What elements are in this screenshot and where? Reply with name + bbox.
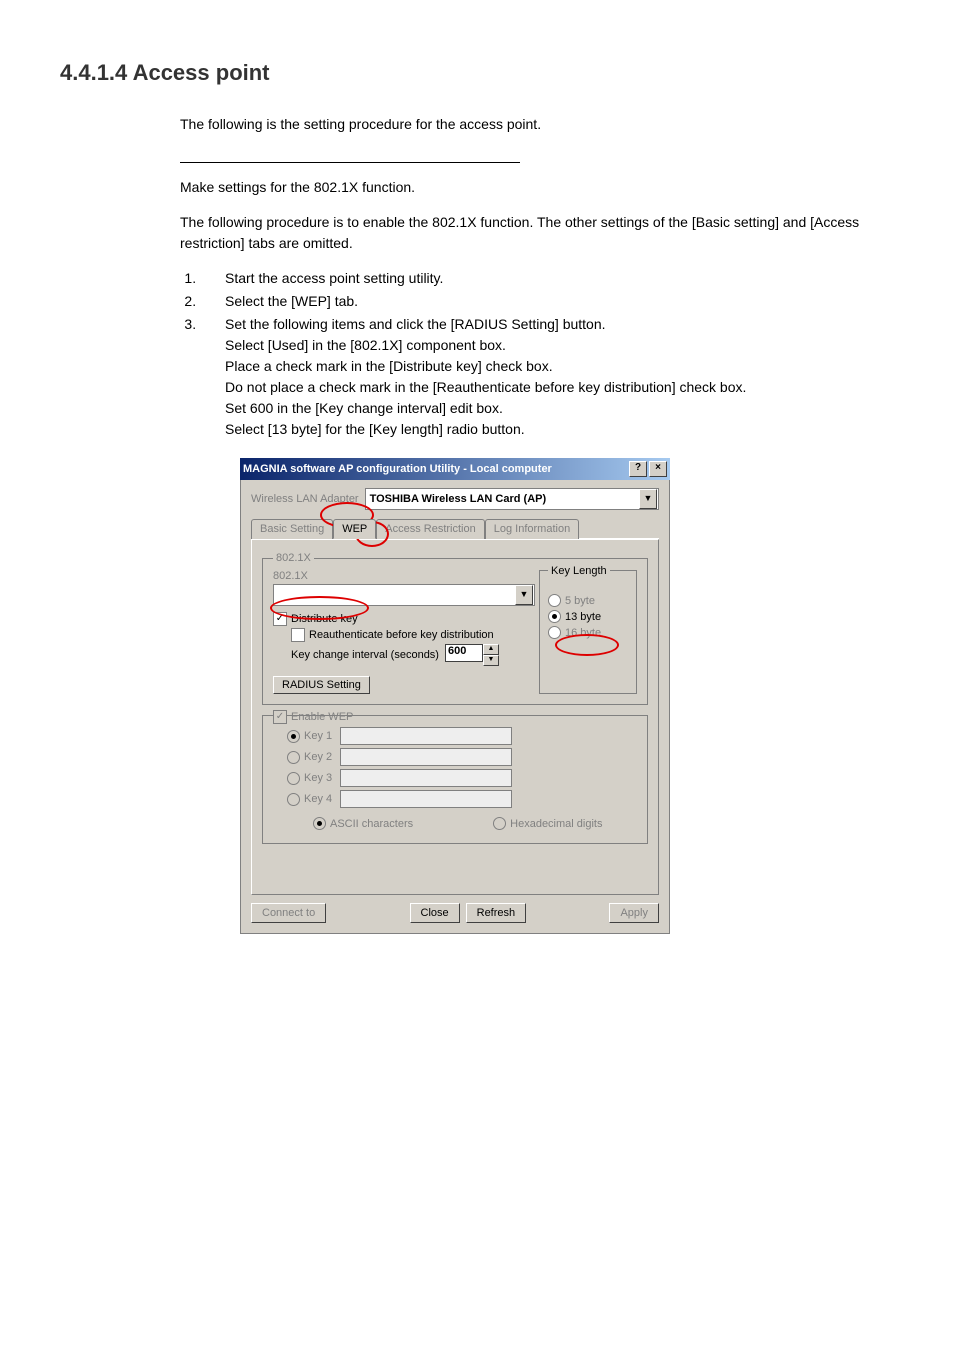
- hex-label: Hexadecimal digits: [510, 818, 602, 830]
- chevron-down-icon[interactable]: ▼: [639, 489, 657, 509]
- tab-access-restriction[interactable]: Access Restriction: [376, 519, 484, 539]
- enable-wep-checkbox[interactable]: [273, 710, 287, 724]
- interval-spinner[interactable]: 600 ▲ ▼: [445, 644, 499, 666]
- step-3-text: Set the following items and click the [R…: [225, 316, 606, 332]
- key3-radio[interactable]: [287, 772, 300, 785]
- adapter-label: Wireless LAN Adapter: [251, 493, 359, 505]
- keylen-13-radio[interactable]: [548, 610, 561, 623]
- window-title: MAGNIA software AP configuration Utility…: [243, 463, 552, 475]
- keylen-5-label: 5 byte: [565, 595, 595, 607]
- key3-field[interactable]: [340, 769, 512, 787]
- step-2: Select the [WEP] tab.: [200, 291, 894, 312]
- keylen-16-radio[interactable]: [548, 626, 561, 639]
- key2-field[interactable]: [340, 748, 512, 766]
- tab-wep[interactable]: WEP: [333, 519, 376, 539]
- reauth-checkbox[interactable]: [291, 628, 305, 642]
- make-settings-text: Make settings for the 802.1X function.: [180, 177, 894, 198]
- spin-down-icon[interactable]: ▼: [483, 655, 499, 666]
- reauth-row: Reauthenticate before key distribution: [291, 628, 529, 642]
- tab-log-information[interactable]: Log Information: [485, 519, 579, 539]
- key1-label: Key 1: [304, 730, 332, 742]
- keylen-5-radio[interactable]: [548, 594, 561, 607]
- step-3c: Do not place a check mark in the [Reauth…: [225, 377, 894, 398]
- steps-list: Start the access point setting utility. …: [180, 268, 894, 440]
- chevron-down-icon[interactable]: ▼: [515, 585, 533, 605]
- spin-up-icon[interactable]: ▲: [483, 644, 499, 655]
- help-button[interactable]: ?: [629, 461, 647, 477]
- close-window-button[interactable]: ×: [649, 461, 667, 477]
- step-3e: Select [13 byte] for the [Key length] ra…: [225, 419, 894, 440]
- step-3d: Set 600 in the [Key change interval] edi…: [225, 398, 894, 419]
- key-length-legend: Key Length: [548, 565, 610, 577]
- section-heading: 4.4.1.4 Access point: [60, 60, 894, 86]
- keylen-13-label: 13 byte: [565, 611, 601, 623]
- connect-to-button[interactable]: Connect to: [251, 903, 326, 923]
- key1-radio[interactable]: [287, 730, 300, 743]
- interval-label: Key change interval (seconds): [291, 649, 439, 661]
- distribute-key-checkbox[interactable]: [273, 612, 287, 626]
- enable-wep-label: Enable WEP: [291, 711, 353, 723]
- intro-text: The following is the setting procedure f…: [180, 116, 894, 132]
- titlebar: MAGNIA software AP configuration Utility…: [240, 458, 670, 480]
- divider: [180, 162, 520, 163]
- select-8021x[interactable]: ▼: [273, 584, 535, 606]
- step-1: Start the access point setting utility.: [200, 268, 894, 289]
- legend-8021x: 802.1X: [273, 552, 314, 564]
- reauth-label: Reauthenticate before key distribution: [309, 629, 494, 641]
- dialog-window: MAGNIA software AP configuration Utility…: [240, 458, 670, 934]
- key2-radio[interactable]: [287, 751, 300, 764]
- hex-radio[interactable]: [493, 817, 506, 830]
- label-8021x: 802.1X: [273, 570, 308, 582]
- key2-label: Key 2: [304, 751, 332, 763]
- key-length-group: Key Length 5 byte 13 byte 16 byte: [539, 570, 637, 694]
- key4-label: Key 4: [304, 793, 332, 805]
- step-3: Set the following items and click the [R…: [200, 314, 894, 440]
- tab-bar: Basic Setting WEP Access Restriction Log…: [251, 518, 659, 539]
- tab-basic-setting[interactable]: Basic Setting: [251, 519, 333, 539]
- adapter-select[interactable]: TOSHIBA Wireless LAN Card (AP) ▼: [365, 488, 659, 510]
- group-enable-wep: Enable WEP Key 1 Key 2 Key 3: [262, 715, 648, 844]
- interval-input[interactable]: 600: [445, 644, 483, 662]
- key1-field[interactable]: [340, 727, 512, 745]
- group-8021x: 802.1X 802.1X ▼ Distribute key: [262, 552, 648, 705]
- step-3b: Place a check mark in the [Distribute ke…: [225, 356, 894, 377]
- ascii-radio[interactable]: [313, 817, 326, 830]
- distribute-key-row: Distribute key: [273, 612, 529, 626]
- close-button[interactable]: Close: [410, 903, 460, 923]
- adapter-value: TOSHIBA Wireless LAN Card (AP): [370, 493, 547, 505]
- key4-field[interactable]: [340, 790, 512, 808]
- key3-label: Key 3: [304, 772, 332, 784]
- refresh-button[interactable]: Refresh: [466, 903, 527, 923]
- step-3a: Select [Used] in the [802.1X] component …: [225, 335, 894, 356]
- keylen-16-label: 16 byte: [565, 627, 601, 639]
- radius-setting-button[interactable]: RADIUS Setting: [273, 676, 370, 694]
- apply-button[interactable]: Apply: [609, 903, 659, 923]
- procedure-note: The following procedure is to enable the…: [180, 212, 894, 254]
- key4-radio[interactable]: [287, 793, 300, 806]
- ascii-label: ASCII characters: [330, 818, 413, 830]
- wep-panel: 802.1X 802.1X ▼ Distribute key: [251, 539, 659, 895]
- distribute-key-label: Distribute key: [291, 613, 358, 625]
